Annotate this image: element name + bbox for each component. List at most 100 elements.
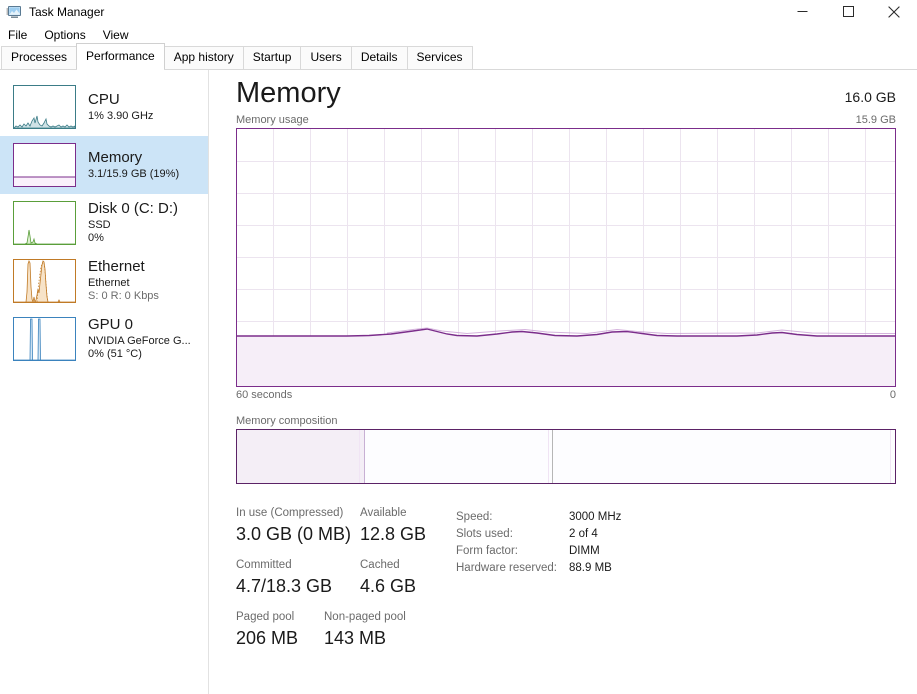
sidebar-item-cpu[interactable]: CPU 1% 3.90 GHz — [0, 78, 208, 136]
composition-tick-mid — [547, 430, 549, 483]
sidebar-item-disk-sub1: SSD — [88, 219, 111, 232]
tab-app-history[interactable]: App history — [163, 46, 244, 69]
composition-tick-left — [359, 430, 361, 483]
composition-divider-standby — [551, 430, 553, 483]
memory-composition-bar[interactable] — [236, 429, 896, 484]
tab-services[interactable]: Services — [406, 46, 473, 69]
tab-processes[interactable]: Processes — [1, 46, 78, 69]
maximize-icon[interactable] — [825, 0, 871, 23]
axis-label-left: 60 seconds — [236, 389, 293, 401]
info-form-factor-value: DIMM — [569, 545, 600, 557]
window-controls — [779, 0, 917, 23]
stat-cached: Cached 4.6 GB — [360, 558, 448, 598]
memory-usage-graph[interactable] — [236, 128, 896, 387]
minimize-icon[interactable] — [779, 0, 825, 23]
info-slots-label: Slots used: — [456, 528, 513, 540]
memory-composition-label: Memory composition — [236, 415, 338, 427]
close-icon[interactable] — [871, 0, 917, 23]
sidebar-item-ethernet[interactable]: Ethernet Ethernet S: 0 R: 0 Kbps — [0, 252, 208, 310]
memory-stats-left: In use (Compressed) 3.0 GB (0 MB) Availa… — [236, 506, 448, 662]
info-hardware-reserved-value: 88.9 MB — [569, 562, 612, 574]
memory-panel: Memory 16.0 GB Memory usage 15.9 GB 60 s… — [209, 70, 917, 694]
memory-usage-chart — [237, 129, 895, 386]
sidebar-item-disk-sub2: 0% — [88, 232, 104, 245]
info-speed-label: Speed: — [456, 511, 493, 523]
stat-available: Available 12.8 GB — [360, 506, 448, 546]
tab-details[interactable]: Details — [350, 46, 408, 69]
tab-startup[interactable]: Startup — [242, 46, 302, 69]
sidebar-item-cpu-title: CPU — [88, 91, 120, 108]
sidebar-item-gpu-sub2: 0% (51 °C) — [88, 348, 142, 361]
sidebar-item-ethernet-title: Ethernet — [88, 259, 145, 276]
stat-cached-value: 4.6 GB — [360, 576, 417, 596]
sidebar-item-memory-text: Memory 3.1/15.9 GB (19%) — [88, 150, 179, 180]
stat-in-use-value: 3.0 GB (0 MB) — [236, 524, 352, 544]
stat-paged-pool: Paged pool 206 MB — [236, 610, 324, 650]
title-bar: Task Manager — [0, 0, 917, 23]
sidebar-item-ethernet-sub2: S: 0 R: 0 Kbps — [88, 290, 159, 303]
stat-non-paged-pool-label: Non-paged pool — [324, 611, 406, 623]
ethernet-mini-graph — [13, 259, 76, 303]
sidebar-item-memory[interactable]: Memory 3.1/15.9 GB (19%) — [0, 136, 208, 194]
sidebar-item-disk-text: Disk 0 (C: D:) SSD 0% — [88, 201, 178, 244]
sidebar-item-gpu-text: GPU 0 NVIDIA GeForce G... 0% (51 °C) — [88, 317, 191, 360]
stat-paged-pool-value: 206 MB — [236, 628, 299, 648]
page-title: Memory — [236, 77, 341, 109]
disk-mini-graph — [13, 201, 76, 245]
axis-label-right: 0 — [889, 389, 896, 401]
stat-cached-label: Cached — [360, 559, 400, 571]
stat-in-use: In use (Compressed) 3.0 GB (0 MB) — [236, 506, 360, 546]
sidebar-item-gpu-sub1: NVIDIA GeForce G... — [88, 335, 191, 348]
composition-tick-right — [889, 430, 891, 483]
memory-mini-graph — [13, 143, 76, 187]
cpu-mini-graph — [13, 85, 76, 129]
sidebar-item-disk-title: Disk 0 (C: D:) — [88, 201, 178, 218]
info-speed-value: 3000 MHz — [569, 511, 622, 523]
panel-header: Memory 16.0 GB — [236, 76, 896, 110]
stat-row-pools: Paged pool 206 MB Non-paged pool 143 MB — [236, 610, 448, 650]
info-row-form-factor: Form factor: DIMM — [456, 543, 621, 560]
content-area: CPU 1% 3.90 GHz Memory 3.1/15.9 GB (19%) — [0, 70, 917, 694]
stat-row-inuse-available: In use (Compressed) 3.0 GB (0 MB) Availa… — [236, 506, 448, 546]
stat-in-use-label: In use (Compressed) — [236, 507, 344, 519]
window-title: Task Manager — [29, 4, 105, 19]
memory-total: 16.0 GB — [844, 89, 896, 105]
graph-max-label: 15.9 GB — [855, 114, 896, 126]
info-row-speed: Speed: 3000 MHz — [456, 509, 621, 526]
info-slots-value: 2 of 4 — [569, 528, 598, 540]
gpu-mini-graph — [13, 317, 76, 361]
sidebar-item-disk[interactable]: Disk 0 (C: D:) SSD 0% — [0, 194, 208, 252]
task-manager-icon — [6, 4, 22, 20]
graph-label: Memory usage — [236, 114, 309, 126]
stat-committed-label: Committed — [236, 559, 292, 571]
stat-row-committed-cached: Committed 4.7/18.3 GB Cached 4.6 GB — [236, 558, 448, 598]
chart-area-fill — [237, 329, 895, 386]
sidebar-item-cpu-text: CPU 1% 3.90 GHz — [88, 92, 153, 122]
stat-non-paged-pool: Non-paged pool 143 MB — [324, 610, 412, 650]
sidebar-item-ethernet-sub1: Ethernet — [88, 277, 130, 290]
tab-performance[interactable]: Performance — [76, 43, 165, 70]
memory-stats: In use (Compressed) 3.0 GB (0 MB) Availa… — [236, 506, 896, 662]
stat-committed: Committed 4.7/18.3 GB — [236, 558, 360, 598]
stat-available-label: Available — [360, 507, 407, 519]
stat-available-value: 12.8 GB — [360, 524, 427, 544]
graph-axis-row: 60 seconds 0 — [236, 389, 896, 401]
menu-item-file[interactable]: File — [8, 26, 35, 44]
tab-strip: Processes Performance App history Startu… — [0, 43, 917, 70]
graph-caption-row: Memory usage 15.9 GB — [236, 114, 896, 126]
sidebar-item-memory-title: Memory — [88, 149, 143, 166]
info-row-hardware-reserved: Hardware reserved: 88.9 MB — [456, 560, 621, 577]
tab-users[interactable]: Users — [300, 46, 352, 69]
resource-sidebar: CPU 1% 3.90 GHz Memory 3.1/15.9 GB (19%) — [0, 70, 209, 694]
menu-item-view[interactable]: View — [103, 26, 137, 44]
sidebar-item-gpu-title: GPU 0 — [88, 317, 134, 334]
memory-hardware-info: Speed: 3000 MHz Slots used: 2 of 4 Form … — [456, 506, 621, 662]
sidebar-item-ethernet-text: Ethernet Ethernet S: 0 R: 0 Kbps — [88, 259, 159, 302]
composition-segment-in-use — [237, 430, 365, 483]
sidebar-item-gpu[interactable]: GPU 0 NVIDIA GeForce G... 0% (51 °C) — [0, 310, 208, 368]
stat-non-paged-pool-value: 143 MB — [324, 628, 387, 648]
stat-paged-pool-label: Paged pool — [236, 611, 295, 623]
menu-item-options[interactable]: Options — [44, 26, 93, 44]
info-row-slots: Slots used: 2 of 4 — [456, 526, 621, 543]
info-hardware-reserved-label: Hardware reserved: — [456, 562, 557, 574]
